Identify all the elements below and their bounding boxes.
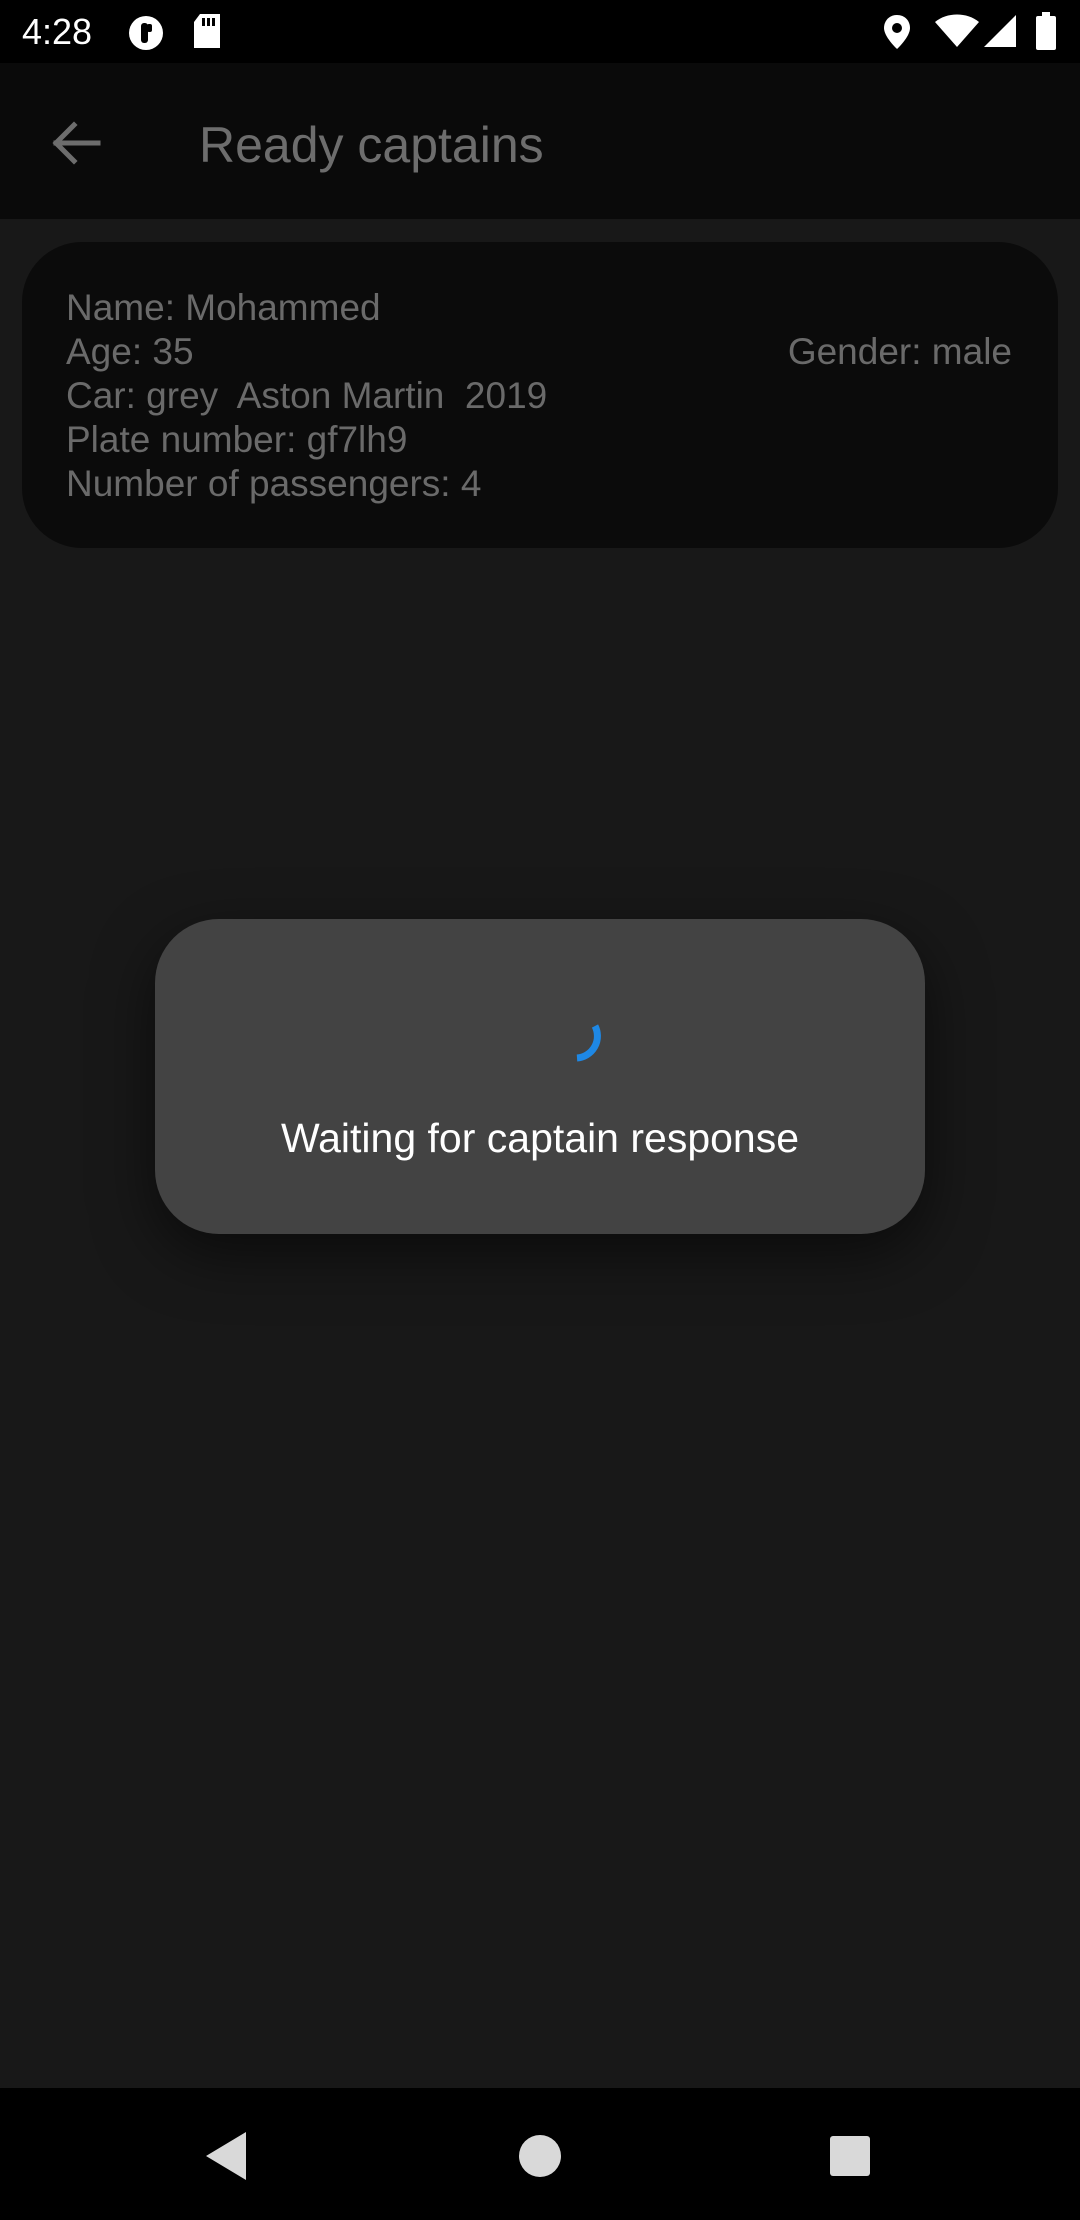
screen: 4:28 Ready captains Name: Mohammed Age: … — [0, 0, 1080, 2220]
captain-car: Car: grey Aston Martin 2019 — [66, 375, 548, 416]
page-title: Ready captains — [199, 117, 544, 173]
wifi-icon — [935, 14, 979, 53]
navigation-bar — [0, 2088, 1080, 2220]
location-icon — [882, 14, 912, 55]
back-triangle-icon[interactable] — [198, 2124, 262, 2188]
waiting-dialog — [155, 919, 925, 1234]
status-time: 4:28 — [22, 11, 93, 52]
captain-passengers: Number of passengers: 4 — [66, 463, 482, 504]
app-bar: Ready captains — [0, 63, 1080, 219]
captain-gender: Gender: male — [787, 331, 1012, 372]
dialog-message: Waiting for captain response — [280, 1115, 800, 1161]
back-button[interactable] — [36, 103, 116, 183]
battery-icon — [1035, 12, 1057, 55]
captain-plate: Plate number: gf7lh9 — [66, 419, 408, 460]
status-bar: 4:28 — [0, 0, 1080, 63]
home-circle-icon[interactable] — [508, 2124, 572, 2188]
data-saver-icon — [127, 14, 165, 57]
captain-info: Name: Mohammed Age: 35 Car: grey Aston M… — [66, 286, 547, 506]
signal-icon — [982, 14, 1018, 53]
recents-square-icon[interactable] — [818, 2124, 882, 2188]
arrow-back-icon — [36, 121, 116, 187]
captain-age: Age: 35 — [66, 331, 194, 372]
captain-card[interactable]: Name: Mohammed Age: 35 Car: grey Aston M… — [22, 242, 1058, 548]
sd-card-icon — [192, 14, 222, 55]
captain-name: Name: Mohammed — [66, 287, 381, 328]
loading-spinner-icon — [555, 1018, 605, 1068]
